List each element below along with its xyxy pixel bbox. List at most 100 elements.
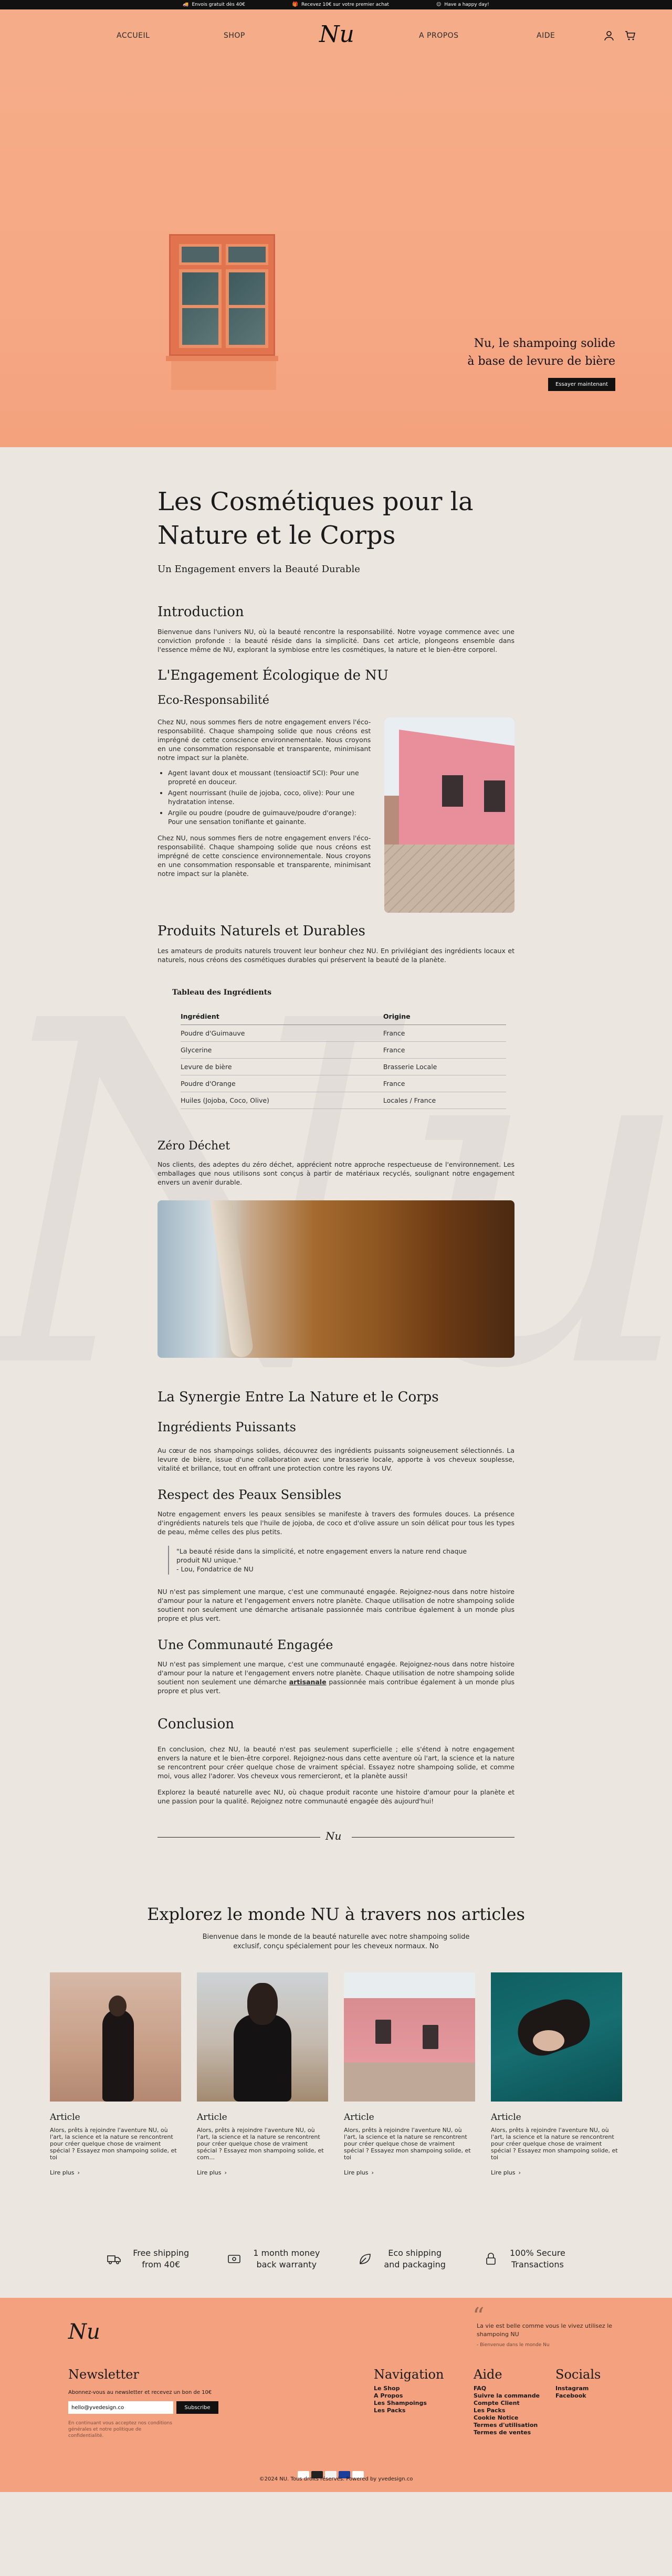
footer-link[interactable]: Termes de ventes <box>474 2429 540 2436</box>
card-title[interactable]: Article <box>344 2112 475 2123</box>
nav-accueil[interactable]: ACCUEIL <box>117 31 150 40</box>
article-card[interactable]: Article Alors, prêts à rejoindre l'avent… <box>50 1972 181 2176</box>
article-image[interactable] <box>344 1972 475 2102</box>
hair-closeup-photo <box>158 1200 514 1358</box>
card-title[interactable]: Article <box>491 2112 622 2123</box>
user-icon[interactable] <box>604 30 614 41</box>
promo-bar: 🚚 Envois gratuit dès 40€ 🎁 Recevez 10€ sur… <box>0 0 672 9</box>
footer-link[interactable]: Termes d'utilisation <box>474 2422 540 2429</box>
promo-item: 🚚 Envois gratuit dès 40€ <box>183 2 245 7</box>
feature-label: back warranty <box>256 2260 317 2269</box>
artisanal-link[interactable]: artisanale <box>289 1678 327 1686</box>
article-cards: Article Alors, prêts à rejoindre l'avent… <box>0 1972 672 2176</box>
table-cell: Locales / France <box>383 1092 506 1109</box>
footer-link[interactable]: Facebook <box>555 2392 601 2400</box>
article-card[interactable]: Article Alors, prêts à rejoindre l'avent… <box>491 1972 622 2176</box>
footer-link[interactable]: Compte Client <box>474 2400 540 2407</box>
table-header: Ingrédient <box>181 1008 383 1025</box>
card-text: Alors, prêts à rejoindre l'aventure NU, … <box>491 2127 618 2161</box>
newsletter-legal: En continuant vous acceptez nos conditio… <box>68 2421 172 2438</box>
footer-socials: Socials Instagram Facebook <box>555 2367 601 2400</box>
chevron-right-icon: › <box>518 2169 521 2176</box>
promo-item: 🎁 Recevez 10€ sur votre premier achat <box>292 2 389 7</box>
smile-icon: ☺ <box>436 2 442 7</box>
table-row: Poudre d'Orange France <box>181 1075 506 1092</box>
lock-icon <box>486 2253 496 2265</box>
table-cell: France <box>383 1041 506 1059</box>
community-intro-text: NU n'est pas simplement une marque, c'es… <box>158 1588 514 1622</box>
hero: ACCUEIL SHOP Nu A PROPOS AIDE Nu, le sha… <box>0 9 672 447</box>
footer-link[interactable]: Le Shop <box>374 2385 444 2392</box>
articles-title: Explorez le monde NU à travers nos artic… <box>147 1904 525 1924</box>
truck-icon: 🚚 <box>183 2 189 7</box>
read-more-link[interactable]: Lire plus › <box>491 2169 622 2176</box>
footer-link[interactable]: Instagram <box>555 2385 601 2392</box>
table-header: Origine <box>383 1008 506 1025</box>
feature-label: Eco shipping <box>388 2248 442 2258</box>
community-heading: Une Communauté Engagée <box>158 1638 333 1652</box>
table-title: Tableau des Ingrédients <box>172 988 272 997</box>
hero-title: Nu, le shampoing solide à base de levure … <box>467 337 615 368</box>
article-card[interactable]: Article Alors, prêts à rejoindre l'avent… <box>197 1972 328 2176</box>
footer-navigation: Navigation Le Shop A Propos Les Shampoin… <box>374 2367 444 2414</box>
nav-aide[interactable]: AIDE <box>537 31 555 40</box>
window-illustration <box>166 234 278 394</box>
card-title[interactable]: Article <box>50 2112 181 2123</box>
article-image[interactable] <box>50 1972 181 2102</box>
footer-link[interactable]: Cookie Notice <box>474 2414 540 2422</box>
community-text: NU n'est pas simplement une marque, c'es… <box>158 1660 515 1695</box>
ingredients-heading: Ingrédients Puissants <box>158 1420 296 1434</box>
footer-link[interactable]: A Propos <box>374 2392 444 2400</box>
leaf-icon <box>360 2254 371 2264</box>
list-item: Agent lavant doux et moussant (tensioact… <box>168 768 371 786</box>
table-cell: France <box>383 1075 506 1092</box>
ingredients-table: Ingrédient Origine Poudre d'Guimauve Fran… <box>181 1008 506 1109</box>
read-more-link[interactable]: Lire plus › <box>50 2169 181 2176</box>
article-image[interactable] <box>197 1972 328 2102</box>
divider-logo: Nu <box>326 1830 342 1842</box>
footer: Nu “ La vie est belle comme vous le vive… <box>0 2298 672 2482</box>
nav-apropos[interactable]: A PROPOS <box>419 31 459 40</box>
subscribe-button[interactable]: Subscribe <box>176 2401 218 2414</box>
truck-icon <box>107 2255 121 2264</box>
feature-item: 1 month money back warranty <box>227 2247 320 2271</box>
hero-cta-button[interactable]: Essayer maintenant <box>548 378 615 391</box>
newsletter-text: Abonnez-vous au newsletter et recevez un… <box>68 2390 212 2395</box>
article-card[interactable]: Article Alors, prêts à rejoindre l'avent… <box>344 1972 475 2176</box>
conclusion-text-1: En conclusion, chez NU, la beauté n'est … <box>158 1745 514 1780</box>
main-content: Nu Les Cosmétiques pour laNature et le C… <box>0 447 672 2492</box>
intro-heading: Introduction <box>158 604 244 620</box>
feature-label: Transactions <box>511 2260 564 2269</box>
article-image[interactable] <box>491 1972 622 2102</box>
footer-link[interactable]: Suivre la commande <box>474 2392 540 2400</box>
footer-link[interactable]: Les Packs <box>474 2407 540 2414</box>
pink-building-photo <box>384 717 514 913</box>
promo-item: ☺ Have a happy day! <box>436 2 489 7</box>
footer-quote-sub: - Bienvenue dans le monde Nu <box>477 2342 550 2348</box>
main-nav: ACCUEIL SHOP Nu A PROPOS AIDE <box>0 19 672 56</box>
articles-section: Explorez le monde NU à travers nos artic… <box>0 1845 672 2290</box>
chevron-right-icon: › <box>77 2169 80 2176</box>
quote-icon: “ <box>472 2303 485 2330</box>
email-field[interactable] <box>68 2401 173 2414</box>
table-header-row: Ingrédient Origine <box>181 1008 506 1025</box>
logo[interactable]: Nu <box>319 21 354 48</box>
footer-help: Aide FAQ Suivre la commande Compte Clien… <box>474 2367 540 2436</box>
article-title: Les Cosmétiques pour la Nature et le Corp… <box>158 487 474 550</box>
card-title[interactable]: Article <box>197 2112 328 2123</box>
footer-link[interactable]: Les Packs <box>374 2407 444 2414</box>
table-row: Poudre d'Guimauve France <box>181 1025 506 1042</box>
table-row: Glycerine France <box>181 1041 506 1059</box>
feature-item: Eco shipping and packaging <box>358 2247 446 2271</box>
nav-shop[interactable]: SHOP <box>224 31 245 40</box>
footer-link[interactable]: Les Shampoings <box>374 2400 444 2407</box>
footer-quote-text: La vie est belle comme vous le vivez uti… <box>477 2322 613 2338</box>
cart-icon[interactable] <box>625 30 635 41</box>
footer-link[interactable]: FAQ <box>474 2385 540 2392</box>
footer-logo[interactable]: Nu <box>68 2320 100 2344</box>
feature-item: 100% Secure Transactions <box>484 2247 565 2271</box>
read-more-link[interactable]: Lire plus › <box>197 2169 328 2176</box>
eco-subheading: Eco-Responsabilité <box>158 694 269 707</box>
sensitive-heading: Respect des Peaux Sensibles <box>158 1487 342 1502</box>
read-more-link[interactable]: Lire plus › <box>344 2169 475 2176</box>
